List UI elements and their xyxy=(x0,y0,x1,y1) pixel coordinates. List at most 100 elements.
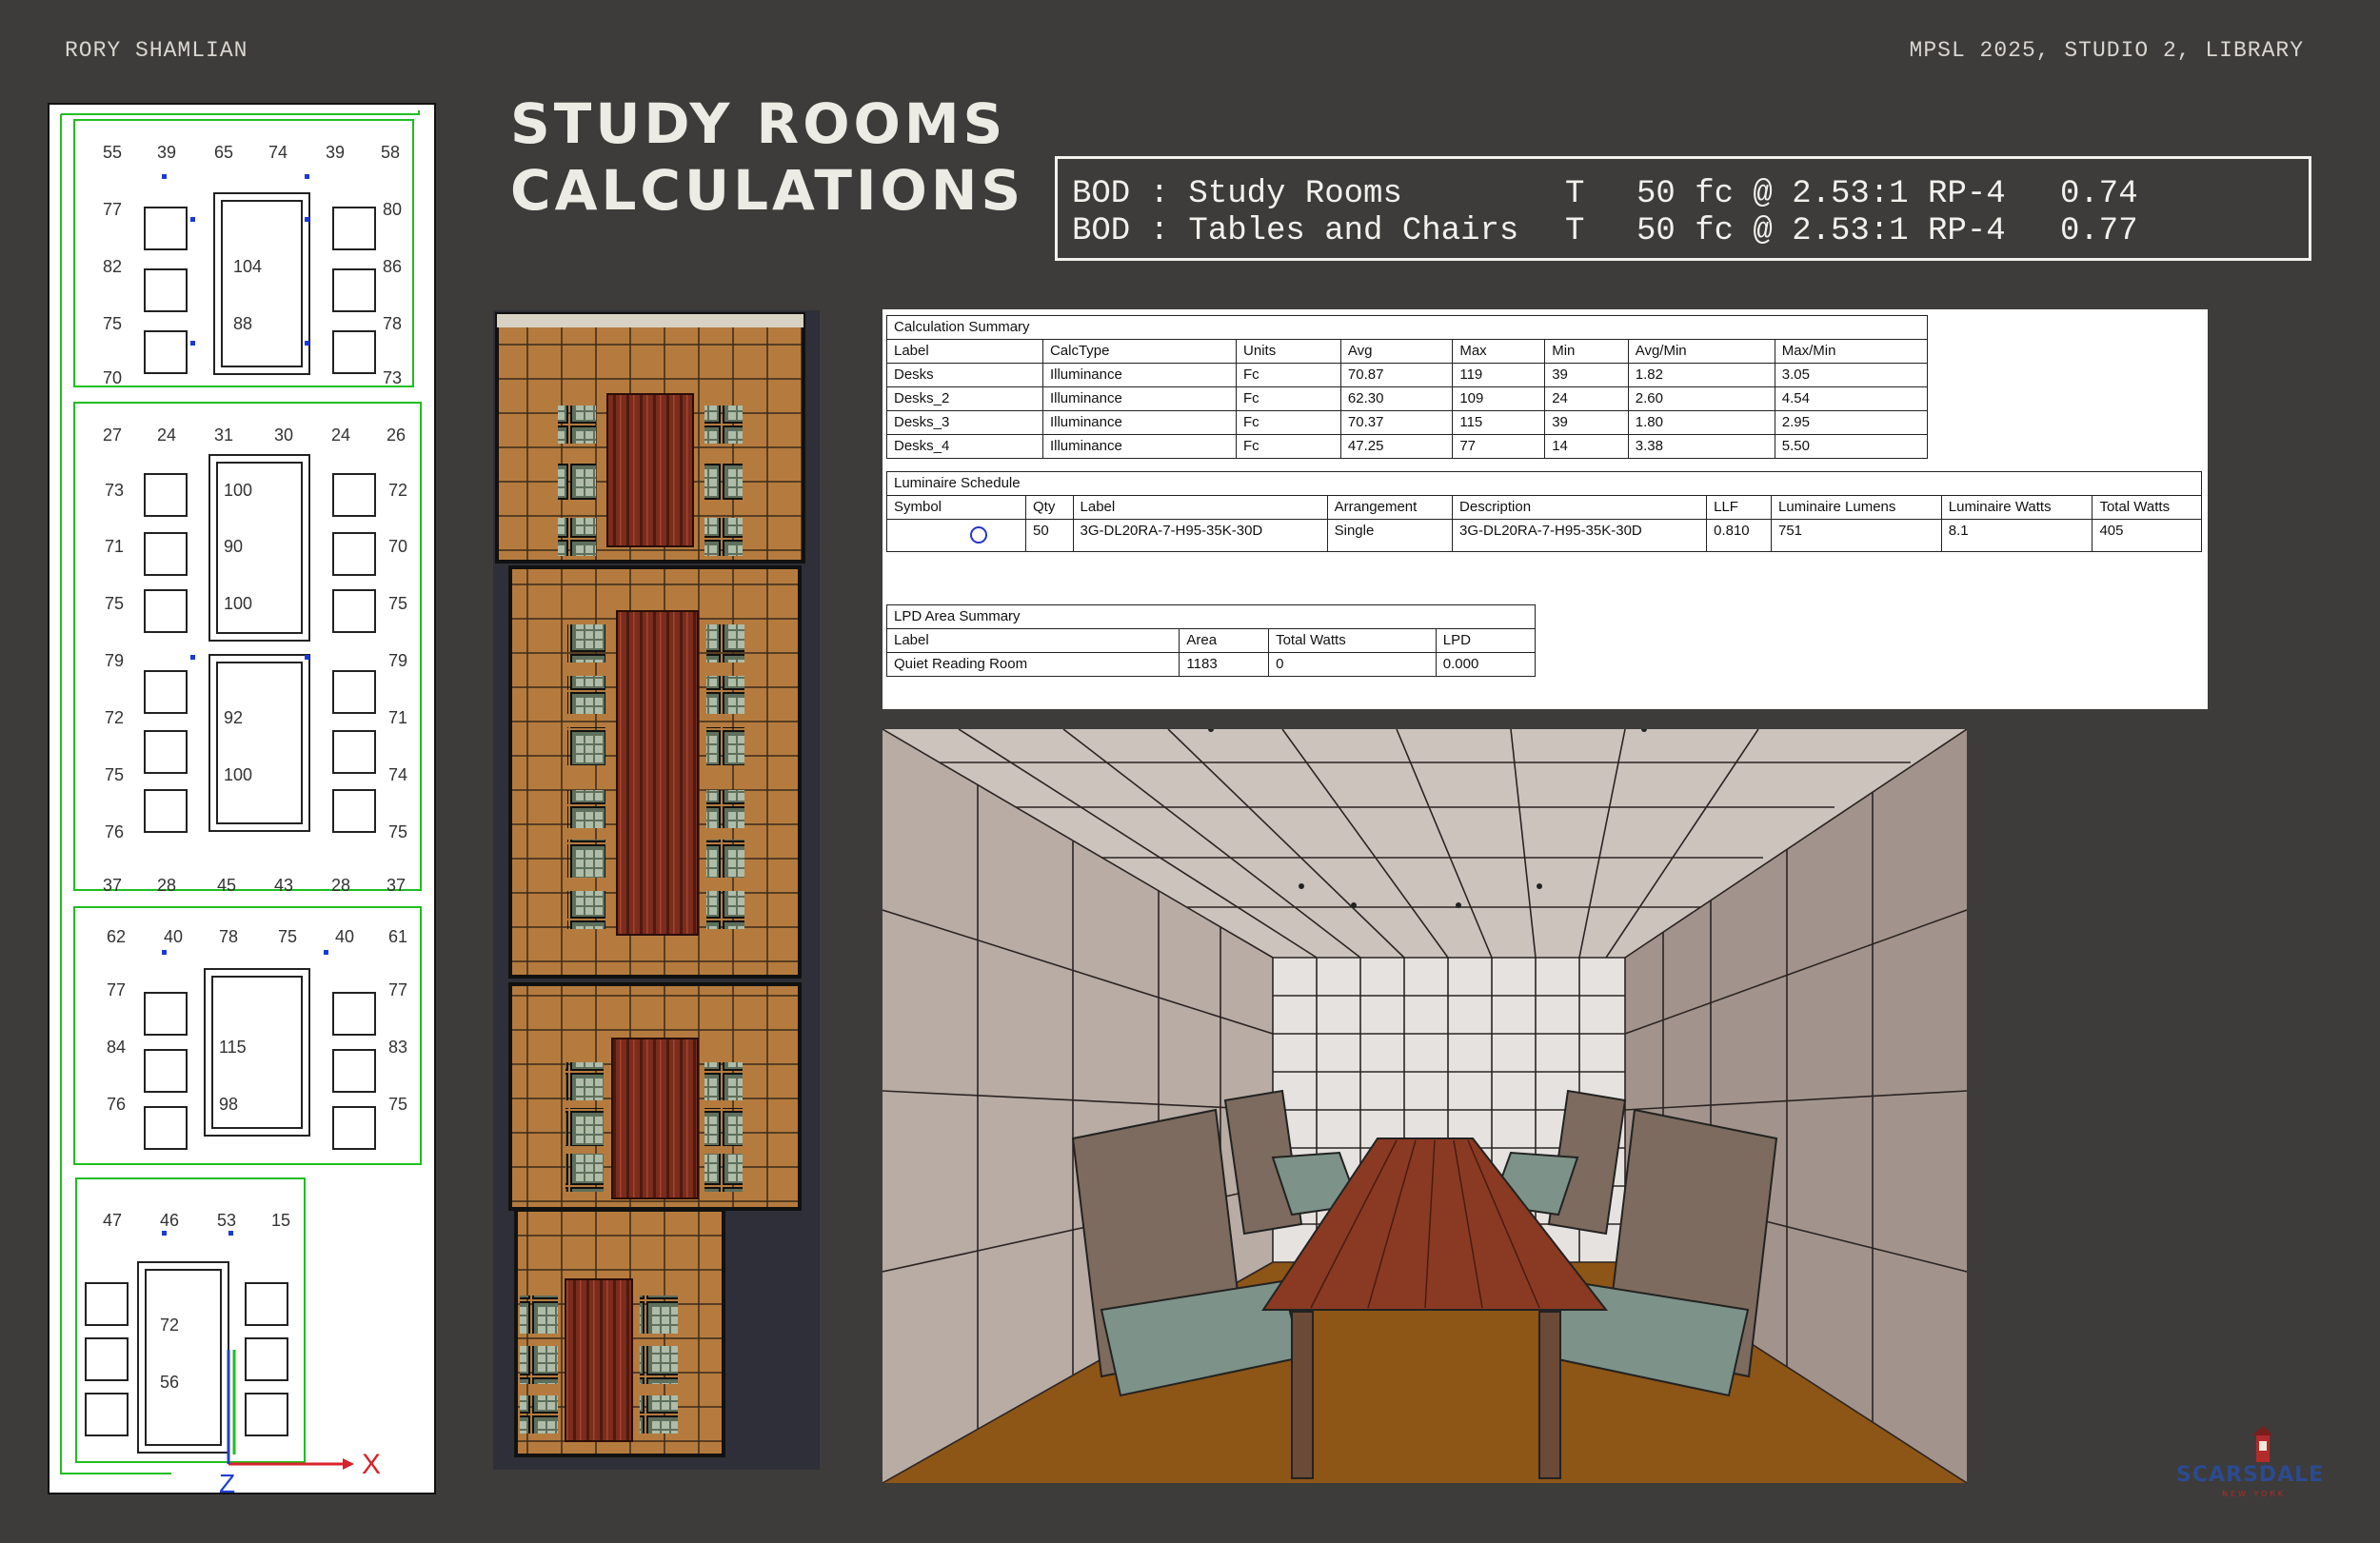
plan-value: 82 xyxy=(103,257,122,276)
plan-value: 43 xyxy=(274,876,293,895)
plan-value: 30 xyxy=(274,425,293,445)
plan-value: 62 xyxy=(107,927,126,946)
column-header: Max xyxy=(1452,339,1546,364)
plan-value: 45 xyxy=(217,876,236,895)
plan-value: 39 xyxy=(326,143,345,162)
column-header: Max/Min xyxy=(1774,339,1929,364)
luminaire-schedule-table: Luminaire Schedule Symbol Qty Label Arrange… xyxy=(886,471,2202,552)
axis-x-label: X xyxy=(362,1449,381,1480)
table-cell: 2.95 xyxy=(1774,410,1929,435)
plan-value: 53 xyxy=(217,1211,236,1230)
project-label: MPSL 2025, STUDIO 2, LIBRARY xyxy=(1909,38,2304,63)
table-caption: Luminaire Schedule xyxy=(886,471,2202,496)
table-cell: Single xyxy=(1326,519,1454,552)
plan-value: 27 xyxy=(103,425,122,445)
plan-value: 74 xyxy=(268,143,288,162)
plan-value: 39 xyxy=(157,143,176,162)
plan-value: 100 xyxy=(224,594,252,613)
table-cell: 39 xyxy=(1544,363,1629,387)
table-cell: Desks xyxy=(886,363,1043,387)
table-cell: 405 xyxy=(2092,519,2202,552)
table-cell: 70.87 xyxy=(1339,363,1454,387)
page-title: STUDY ROOMS CALCULATIONS xyxy=(510,90,1024,224)
plan-value: 61 xyxy=(388,927,407,946)
table-row: 50 3G-DL20RA-7-H95-35K-30D Single 3G-DL20RA… xyxy=(886,519,2202,552)
bod-target: 50 fc @ 2.53:1 RP-4 xyxy=(1636,176,2006,212)
table-cell: 50 xyxy=(1024,519,1074,552)
column-header: Description xyxy=(1452,495,1708,520)
plan-value: 88 xyxy=(233,314,252,333)
bod-type: T xyxy=(1565,176,1585,212)
plan-value: 70 xyxy=(388,537,407,556)
table-row: Desks Illuminance Fc 70.87 119 39 1.82 3.05 xyxy=(886,363,1929,387)
title-line-2: CALCULATIONS xyxy=(510,158,1025,223)
column-header: Units xyxy=(1236,339,1341,364)
author-name: RORY SHAMLIAN xyxy=(65,38,248,63)
plan-value: 75 xyxy=(105,594,124,613)
logo-subtext: NEW YORK xyxy=(2222,1490,2286,1498)
column-header: CalcType xyxy=(1041,339,1238,364)
table-cell: 8.1 xyxy=(1940,519,2093,552)
table-cell: 109 xyxy=(1452,386,1546,411)
table-cell: Illuminance xyxy=(1041,410,1238,435)
column-header: Symbol xyxy=(886,495,1026,520)
logo-text: SCARSDALE xyxy=(2176,1463,2324,1487)
bod-value: 0.77 xyxy=(2060,213,2138,249)
table-cell: 0.810 xyxy=(1706,519,1772,552)
plan-value: 100 xyxy=(224,481,252,500)
table-cell: 3.38 xyxy=(1627,434,1775,459)
table-cell: 2.60 xyxy=(1627,386,1775,411)
plan-value: 71 xyxy=(105,537,124,556)
column-header: Label xyxy=(886,339,1043,364)
plan-value: 76 xyxy=(105,822,124,841)
column-header: Arrangement xyxy=(1326,495,1454,520)
plan-value: 86 xyxy=(383,257,402,276)
table-cell: 14 xyxy=(1544,434,1629,459)
table-cell: Fc xyxy=(1236,386,1341,411)
table-cell: 115 xyxy=(1452,410,1546,435)
table-cell: Desks_2 xyxy=(886,386,1043,411)
plan-value: 77 xyxy=(388,980,407,999)
plan-value: 76 xyxy=(107,1095,126,1114)
table-cell: 751 xyxy=(1770,519,1942,552)
plan-value: 26 xyxy=(387,425,406,445)
table-cell: Fc xyxy=(1236,363,1341,387)
table-row: Desks_4 Illuminance Fc 47.25 77 14 3.38 5.50 xyxy=(886,434,1929,459)
plan-value: 78 xyxy=(219,927,238,946)
column-header: Label xyxy=(885,628,1180,653)
plan-value: 115 xyxy=(219,1038,247,1057)
table-cell: Desks_3 xyxy=(886,410,1043,435)
table-cell: 3G-DL20RA-7-H95-35K-30D xyxy=(1072,519,1328,552)
luminaire-header-row: Symbol Qty Label Arrangement Description LLF L… xyxy=(886,495,2202,520)
plan-value: 65 xyxy=(214,143,233,162)
table-cell: 3.05 xyxy=(1774,363,1929,387)
table-cell: 0.000 xyxy=(1435,652,1537,677)
table-cell: Fc xyxy=(1236,410,1341,435)
plan-value: 75 xyxy=(103,314,122,333)
plan-value: 98 xyxy=(219,1095,238,1114)
table-row: Desks_3 Illuminance Fc 70.37 115 39 1.80 2.95 xyxy=(886,410,1929,435)
plan-value: 28 xyxy=(331,876,350,895)
plan-value: 40 xyxy=(164,927,183,946)
column-header: Label xyxy=(1072,495,1328,520)
plan-value: 58 xyxy=(381,143,400,162)
plan-value: 75 xyxy=(388,594,407,613)
column-header: LLF xyxy=(1706,495,1772,520)
plan-value: 46 xyxy=(160,1211,179,1230)
table-cell: 47.25 xyxy=(1339,434,1454,459)
plan-value: 83 xyxy=(388,1038,407,1057)
table-cell: 1183 xyxy=(1179,652,1270,677)
plan-value: 72 xyxy=(105,708,124,727)
table-cell: 119 xyxy=(1452,363,1546,387)
column-header: Avg/Min xyxy=(1627,339,1775,364)
plan-value: 74 xyxy=(388,765,407,784)
plan-value: 77 xyxy=(107,980,126,999)
table-cell: 5.50 xyxy=(1774,434,1929,459)
bod-name: BOD : Tables and Chairs xyxy=(1072,213,1519,249)
luminaire-symbol-icon xyxy=(970,526,987,544)
lpd-header-row: Label Area Total Watts LPD xyxy=(885,628,1537,653)
plan-value: 70 xyxy=(103,368,122,387)
bod-row: BOD : Study Rooms T 50 fc @ 2.53:1 RP-4 … xyxy=(1072,176,2294,213)
plan-value: 28 xyxy=(157,876,176,895)
bod-type: T xyxy=(1565,213,1585,249)
